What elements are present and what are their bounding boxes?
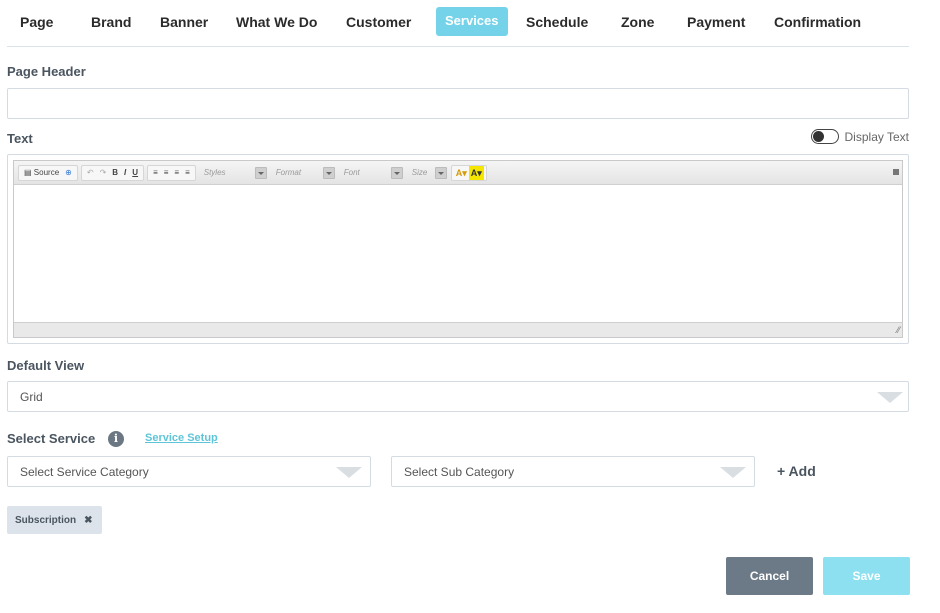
select-service-label: Select Service	[7, 431, 96, 446]
styles-combo-label: Styles	[203, 168, 226, 177]
default-view-select[interactable]: Grid	[7, 381, 909, 412]
tab-banner[interactable]: Banner	[160, 8, 208, 37]
display-text-toggle-wrap: Display Text	[810, 129, 909, 144]
tab-schedule[interactable]: Schedule	[526, 8, 588, 37]
resize-handle-icon[interactable]: ⁄⁄	[897, 325, 900, 335]
tab-services[interactable]: Services	[436, 7, 508, 36]
selected-service-chip: Subscription ✖	[7, 506, 102, 534]
align-justify-icon[interactable]: ≡	[182, 166, 193, 180]
display-text-toggle[interactable]	[810, 129, 839, 144]
save-button[interactable]: Save	[823, 557, 910, 595]
font-combo-label: Font	[343, 168, 360, 177]
chevron-down-icon	[322, 166, 335, 179]
source-button[interactable]: ▤ Source	[21, 166, 62, 180]
toggle-knob	[812, 131, 824, 142]
chevron-down-icon	[434, 166, 447, 179]
format-combo[interactable]: Format	[271, 166, 335, 180]
info-icon[interactable]: i	[108, 431, 124, 447]
chevron-down-icon	[877, 392, 903, 403]
service-category-placeholder: Select Service Category	[20, 464, 149, 479]
page-header-input[interactable]	[7, 88, 909, 119]
text-label: Text	[7, 131, 33, 146]
source-icon: ▤	[24, 167, 32, 177]
tab-customer[interactable]: Customer	[346, 8, 411, 37]
toolbar-group-align: ≡ ≡ ≡ ≡	[147, 164, 196, 181]
remove-chip-icon[interactable]: ✖	[84, 515, 92, 526]
italic-button[interactable]: I	[121, 166, 129, 180]
tab-page[interactable]: Page	[20, 8, 53, 37]
editor-content-area[interactable]	[14, 185, 902, 323]
maximize-icon[interactable]	[893, 169, 899, 175]
text-color-button[interactable]: A▾	[454, 166, 469, 180]
tab-brand[interactable]: Brand	[91, 8, 131, 37]
tab-payment[interactable]: Payment	[687, 8, 745, 37]
sub-category-select[interactable]: Select Sub Category	[391, 456, 755, 487]
chip-label: Subscription	[15, 514, 77, 526]
service-setup-link[interactable]: Service Setup	[145, 432, 218, 444]
size-combo-label: Size	[411, 168, 428, 177]
size-combo[interactable]: Size	[407, 166, 447, 180]
toolbar-group-source: ▤ Source ⊕	[18, 164, 78, 181]
tab-what-we-do[interactable]: What We Do	[236, 8, 317, 37]
editor-frame: ▤ Source ⊕ ↶ ↷ B I U ≡ ≡ ≡ ≡ Styles Form…	[13, 160, 903, 338]
tab-confirmation[interactable]: Confirmation	[774, 8, 861, 37]
underline-button[interactable]: U	[129, 166, 141, 180]
tab-zone[interactable]: Zone	[621, 8, 654, 37]
bg-color-button[interactable]: A▾	[468, 165, 484, 180]
paste-icon[interactable]: ⊕	[62, 166, 75, 180]
editor-toolbar: ▤ Source ⊕ ↶ ↷ B I U ≡ ≡ ≡ ≡ Styles Form…	[14, 161, 902, 185]
bold-button[interactable]: B	[109, 166, 121, 180]
toolbar-group-format: ↶ ↷ B I U	[80, 164, 145, 181]
format-combo-label: Format	[275, 168, 302, 177]
align-center-icon[interactable]: ≡	[161, 166, 172, 180]
text-color-label: A	[455, 167, 463, 178]
sub-category-placeholder: Select Sub Category	[404, 464, 515, 479]
undo-icon[interactable]: ↶	[84, 166, 97, 180]
source-label: Source	[33, 167, 60, 177]
align-left-icon[interactable]: ≡	[150, 166, 161, 180]
align-right-icon[interactable]: ≡	[171, 166, 182, 180]
styles-combo[interactable]: Styles	[199, 166, 267, 180]
page-header-label: Page Header	[7, 64, 86, 79]
default-view-value: Grid	[20, 389, 43, 404]
bg-color-label: A	[470, 167, 478, 178]
redo-icon[interactable]: ↷	[97, 166, 110, 180]
display-text-label: Display Text	[844, 129, 909, 144]
chevron-down-icon	[254, 166, 267, 179]
chevron-down-icon	[390, 166, 403, 179]
chevron-down-icon	[336, 467, 362, 478]
add-service-button[interactable]: + Add	[777, 463, 816, 479]
service-category-select[interactable]: Select Service Category	[7, 456, 371, 487]
rich-text-editor: ▤ Source ⊕ ↶ ↷ B I U ≡ ≡ ≡ ≡ Styles Form…	[7, 154, 909, 344]
font-combo[interactable]: Font	[339, 166, 403, 180]
toolbar-group-colors: A▾ A▾	[450, 164, 487, 181]
chevron-down-icon	[720, 467, 746, 478]
tab-bar: Page Brand Banner What We Do Customer Se…	[7, 0, 909, 47]
cancel-button[interactable]: Cancel	[726, 557, 813, 595]
default-view-label: Default View	[7, 358, 85, 373]
